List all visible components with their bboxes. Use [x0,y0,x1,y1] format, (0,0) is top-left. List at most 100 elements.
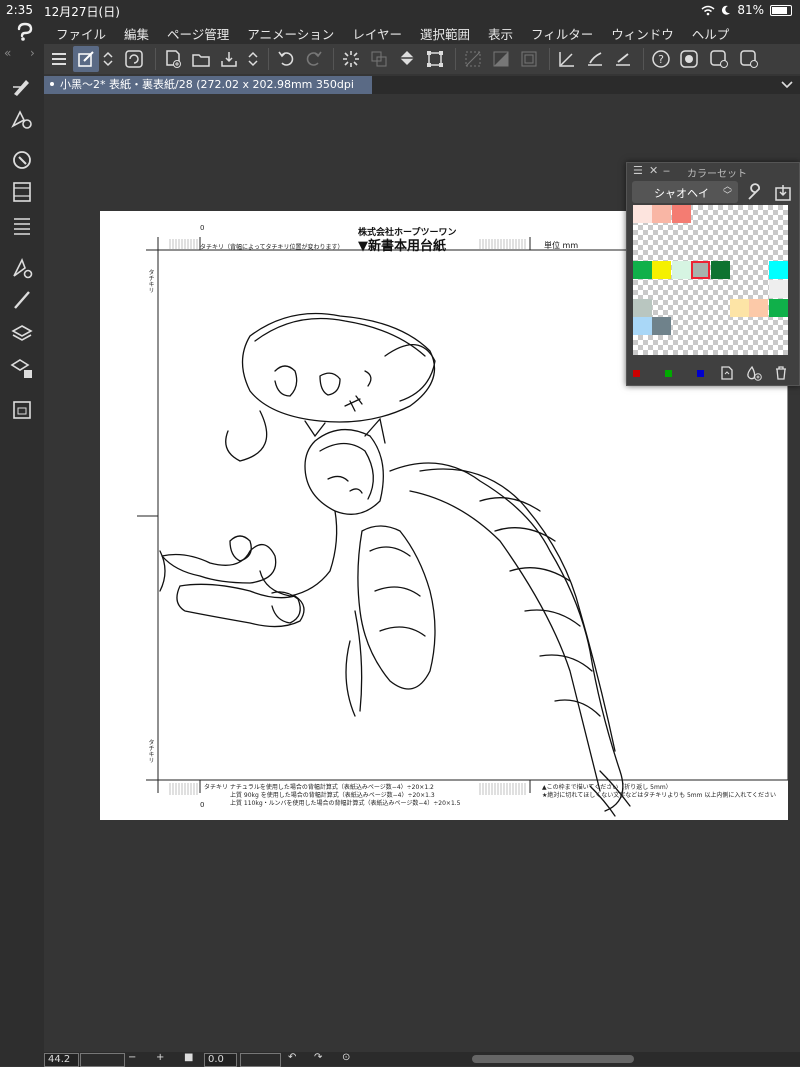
side-label-bottom: タチキリ [147,739,154,763]
menu-bar: ファイル 編集 ページ管理 アニメーション レイヤー 選択範囲 表示 フィルター ウィンドウ ヘル… [0,20,800,44]
minimize-icon[interactable]: ‒ [663,164,670,177]
color-swatch[interactable] [671,261,691,280]
menu-item[interactable]: ページ管理 [167,24,229,43]
copy-icon[interactable] [366,46,392,72]
color-swatch[interactable] [652,261,672,280]
wrench-icon[interactable] [745,183,765,203]
open-folder-icon[interactable] [188,46,214,72]
clip-studio-modeling-icon[interactable] [121,46,147,72]
reset-rotation-icon[interactable]: ⊙ [342,1052,350,1063]
import-icon[interactable] [773,183,793,203]
selection-border-icon[interactable] [516,46,542,72]
horizontal-scrollbar[interactable] [472,1055,634,1063]
color-swatch[interactable] [710,261,730,280]
chevron-updown-icon: ︿ ﹀ [722,182,732,201]
document-tab[interactable]: 小黑～2* 表紙・裏表紙/28 (272.02 x 202.98mm 350dp… [44,76,372,109]
color-swatch[interactable] [749,298,769,317]
rotation-slider[interactable] [240,1053,281,1067]
menu-item[interactable]: ヘルプ [692,24,730,43]
new-file-icon[interactable] [160,46,186,72]
green-swatch[interactable] [665,370,672,377]
expand-right-icon[interactable]: › [30,46,35,60]
menu-item[interactable]: 選択範囲 [420,24,470,43]
color-set-name: シャオヘイ [654,187,709,200]
color-swatch[interactable] [691,261,711,280]
palette-title: カラーセット [687,169,747,180]
color-set-select[interactable]: シャオヘイ ︿ ﹀ [632,181,738,203]
color-swatch[interactable] [652,317,672,336]
hamburger-menu-icon[interactable] [46,46,72,72]
fit-icon[interactable]: ■ [184,1052,193,1063]
menu-item[interactable]: 表示 [488,24,513,43]
zoom-field[interactable]: 44.2 [44,1053,79,1067]
tool-property-icon[interactable] [10,256,34,280]
material-icon[interactable] [10,398,34,422]
cloud-sync-icon[interactable] [736,46,762,72]
wifi-icon [701,5,715,15]
brush-size-icon[interactable] [10,288,34,312]
undo-icon[interactable] [273,46,299,72]
left-sidebar: « › [0,44,44,1066]
blue-swatch[interactable] [697,370,704,377]
loading-spinner-icon[interactable] [338,46,364,72]
ruler-icon[interactable] [554,46,580,72]
pen-ruler-icon[interactable] [610,46,636,72]
edit-mode-icon[interactable] [73,46,99,72]
layer-property-icon[interactable] [10,356,34,380]
color-swatch[interactable] [652,205,672,223]
menu-item[interactable]: フィルター [531,24,593,43]
help-icon[interactable]: ? [648,46,674,72]
brush-ruler-icon[interactable] [582,46,608,72]
rotate-right-icon[interactable]: ↷ [314,1052,322,1063]
menu-item[interactable]: ウィンドウ [611,24,674,43]
color-swatch[interactable] [633,261,652,280]
menu-item[interactable]: 編集 [124,24,149,43]
rotation-field[interactable]: 0.0 [204,1053,237,1067]
clip-studio-logo-icon[interactable] [14,21,36,43]
timeline-icon[interactable] [10,180,34,204]
sub-tool-icon[interactable] [10,108,34,132]
palette-menu-icon[interactable]: ☰ [633,164,643,177]
color-swatch-grid[interactable] [633,205,788,355]
menu-item[interactable]: ファイル [56,24,106,43]
menu-item[interactable]: アニメーション [247,24,334,43]
color-swatch[interactable] [671,205,691,223]
color-swatch[interactable] [633,298,652,317]
color-swatch[interactable] [633,317,652,336]
layers-icon[interactable] [10,322,34,346]
clip-studio-icon[interactable] [676,46,702,72]
color-swatch[interactable] [768,261,788,280]
menu-item[interactable]: レイヤー [352,24,402,43]
zoom-out-icon[interactable]: − [128,1052,136,1063]
assets-icon[interactable] [706,46,732,72]
trash-icon[interactable] [773,365,789,381]
close-icon[interactable]: ✕ [649,164,658,177]
battery-percent: 81% [737,3,764,17]
color-set-palette: ☰ ✕ ‒ カラーセット シャオヘイ ︿ ﹀ [626,162,800,386]
add-color-icon[interactable] [745,365,763,381]
save-icon[interactable] [216,46,242,72]
replace-color-icon[interactable] [719,365,735,381]
red-swatch[interactable] [633,370,640,377]
clear-selection-icon[interactable] [460,46,486,72]
color-swatch[interactable] [633,205,652,223]
updown-chevron-icon[interactable] [244,46,262,72]
palette-header: ☰ ✕ ‒ カラーセット [627,163,799,180]
animation-cels-icon[interactable] [10,214,34,238]
invert-selection-icon[interactable] [488,46,514,72]
color-swatch[interactable] [768,298,788,317]
navigator-icon[interactable] [10,148,34,172]
transform-icon[interactable] [422,46,448,72]
chevron-down-icon[interactable] [780,80,794,90]
fill-bucket-icon[interactable] [394,46,420,72]
zoom-in-icon[interactable]: + [156,1052,164,1063]
collapse-left-icon[interactable]: « [4,46,11,60]
side-label-top: タチキリ [147,269,154,293]
color-swatch[interactable] [730,298,749,317]
updown-chevron-icon[interactable] [99,46,117,72]
zoom-slider[interactable] [80,1053,125,1067]
redo-icon[interactable] [301,46,327,72]
color-swatch[interactable] [768,279,788,298]
rotate-left-icon[interactable]: ↶ [288,1052,296,1063]
pen-tool-icon[interactable] [10,74,34,98]
